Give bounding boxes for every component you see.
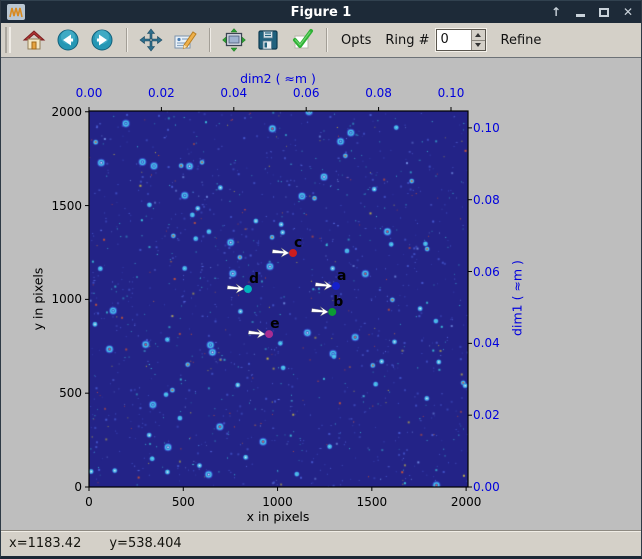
pan-arrows-icon <box>139 28 163 52</box>
fullscreen-monitor-icon <box>222 28 246 52</box>
dim1-tick-label: 0.04 <box>473 336 500 351</box>
refine-button[interactable]: Refine <box>496 33 547 48</box>
close-button[interactable]: ✕ <box>621 5 635 19</box>
y-tick-label: 2000 <box>51 104 82 119</box>
left-axis-title: y in pixels <box>30 267 46 331</box>
y-tick-label: 1000 <box>51 292 82 307</box>
figure-window: Figure 1 ↑ ✕ Opts Ring # 0 Refine a b c … <box>0 0 642 559</box>
x-tick-label: 2000 <box>450 495 482 509</box>
dim1-tick-label: 0.02 <box>473 408 500 423</box>
spin-down-button[interactable] <box>472 41 485 51</box>
dim1-tick-label: 0.08 <box>473 192 500 207</box>
save-button[interactable] <box>253 26 283 55</box>
dim1-tick-label: 0.10 <box>473 120 500 135</box>
dim2-tick-label: 0.06 <box>292 86 320 100</box>
y-tick-label: 500 <box>59 386 82 401</box>
forward-arrow-icon <box>91 29 113 51</box>
spin-up-button[interactable] <box>471 30 485 41</box>
shade-button[interactable]: ↑ <box>549 5 563 19</box>
plot-canvas[interactable]: abcde dim2 ( ≈m ) x in pixels y in pixel… <box>1 58 641 530</box>
home-button[interactable] <box>19 26 49 55</box>
window-title: Figure 1 <box>290 4 352 20</box>
save-floppy-icon <box>258 30 278 50</box>
minimize-button[interactable] <box>573 5 587 19</box>
back-button[interactable] <box>53 26 83 55</box>
dim2-tick-label: 0.04 <box>220 86 248 100</box>
y-tick-label: 1500 <box>51 198 82 213</box>
edit-button[interactable] <box>170 26 200 55</box>
x-tick-label: 0 <box>85 495 93 509</box>
ring-number-label: Ring # <box>385 32 430 48</box>
dim1-tick-label: 0.00 <box>473 480 500 494</box>
forward-button[interactable] <box>87 26 117 55</box>
right-axis-title: dim1 ( ≈m ) <box>509 260 525 336</box>
ring-number-spinbox[interactable]: 0 <box>434 28 487 52</box>
back-arrow-icon <box>57 29 79 51</box>
dim2-tick-label: 0.02 <box>148 86 175 100</box>
x-tick-label: 1000 <box>262 495 293 509</box>
toolbar: Opts Ring # 0 Refine <box>1 23 641 58</box>
fullscreen-button[interactable] <box>219 26 249 55</box>
title-bar[interactable]: Figure 1 ↑ ✕ <box>1 0 641 23</box>
apply-button[interactable] <box>287 26 317 55</box>
cursor-x-readout: x=1183.42 <box>9 536 82 551</box>
waveform-icon <box>9 7 23 18</box>
toolbar-grip[interactable] <box>5 27 11 53</box>
y-tick-label: 0 <box>74 480 82 494</box>
x-tick-label: 500 <box>171 495 195 509</box>
top-axis-title: dim2 ( ≈m ) <box>240 71 316 86</box>
dim2-tick-label: 0.08 <box>365 86 392 100</box>
toolbar-separator <box>326 28 327 52</box>
triangle-down-icon <box>475 43 482 48</box>
status-bar: x=1183.42 y=538.404 <box>1 530 641 556</box>
cursor-y-readout: y=538.404 <box>109 536 182 551</box>
toolbar-separator <box>209 28 210 52</box>
matplotlib-window-icon <box>7 4 25 20</box>
dim2-tick-label: 0.00 <box>75 86 103 100</box>
ring-number-value[interactable]: 0 <box>437 30 471 50</box>
green-check-icon <box>293 29 313 49</box>
dim2-tick-label: 0.10 <box>437 86 465 100</box>
maximize-button[interactable] <box>597 5 611 19</box>
home-icon <box>22 30 46 50</box>
opts-button[interactable]: Opts <box>336 33 376 48</box>
edit-note-pencil-icon <box>174 31 197 50</box>
bottom-axis-title: x in pixels <box>246 509 310 524</box>
toolbar-separator <box>126 28 127 52</box>
dim1-tick-label: 0.06 <box>473 264 500 279</box>
diffraction-image[interactable] <box>89 111 468 487</box>
pan-button[interactable] <box>136 26 166 55</box>
triangle-up-icon <box>475 32 482 37</box>
x-tick-label: 1500 <box>356 495 388 509</box>
